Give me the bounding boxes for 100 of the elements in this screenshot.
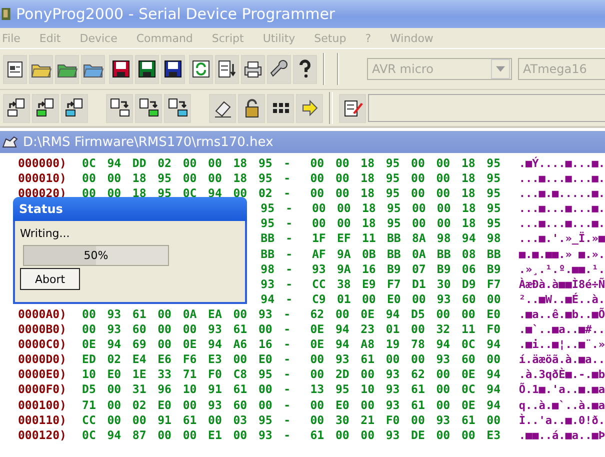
hex-byte: 00 xyxy=(182,398,198,413)
hex-byte: 10 xyxy=(360,382,376,398)
hex-byte: 11 xyxy=(461,322,476,338)
hex-byte: 00 xyxy=(258,398,274,413)
hex-byte: 94 xyxy=(486,367,502,382)
separator: - xyxy=(284,382,292,398)
hex-byte: 71 xyxy=(82,398,97,413)
hex-byte: 00 xyxy=(411,412,426,428)
padlock-icon[interactable] xyxy=(238,94,265,122)
hex-byte: 00 xyxy=(436,306,452,322)
hex-byte: ED xyxy=(82,352,97,368)
hex-byte: 00 xyxy=(362,292,377,307)
hex-byte: 00 xyxy=(486,352,502,368)
separator: - xyxy=(286,276,294,292)
hex-byte: 30 xyxy=(335,412,350,428)
write-icon[interactable] xyxy=(164,94,191,122)
hex-byte: 00 xyxy=(312,201,327,216)
hex-byte: E0 xyxy=(386,292,402,307)
hex-byte: BB xyxy=(486,246,502,262)
hex-byte: 95 xyxy=(260,201,276,216)
hex-byte: 00 xyxy=(310,186,326,202)
hex-byte: 98 xyxy=(436,231,452,247)
hex-byte: 62 xyxy=(411,367,426,382)
hex-byte: 95 xyxy=(386,186,401,202)
hex-byte: 93 xyxy=(386,428,401,443)
ascii-text: ÀæÐà.à■■Ì8é÷Ñ xyxy=(518,276,605,292)
hex-byte: 62 xyxy=(310,306,326,322)
eraser-icon[interactable] xyxy=(209,94,236,122)
hex-byte: 00 xyxy=(436,156,452,172)
print-icon[interactable] xyxy=(241,54,265,84)
hex-byte: 00 xyxy=(335,156,350,172)
note-field[interactable] xyxy=(368,94,605,122)
save-icon[interactable] xyxy=(161,54,185,84)
hex-byte: 00 xyxy=(436,201,452,216)
read-icon[interactable] xyxy=(32,94,59,122)
abort-button[interactable]: Abort xyxy=(20,268,80,290)
hex-byte: 00 xyxy=(82,171,97,186)
ascii-text: .à.3qðÈ■.-.■b xyxy=(518,367,605,382)
progress-reading: 50% xyxy=(82,249,110,262)
hex-byte: 00 xyxy=(411,322,426,338)
hex-byte: BB xyxy=(260,231,276,247)
hex-byte: 21 xyxy=(360,412,376,428)
hex-byte: 00 xyxy=(386,352,401,368)
help-icon[interactable] xyxy=(293,54,317,84)
dialog-title: Status xyxy=(13,197,247,221)
hex-byte: 23 xyxy=(360,322,376,338)
hex-byte: 00 xyxy=(486,412,502,428)
reload-icon[interactable] xyxy=(189,54,213,84)
hex-byte: 61 xyxy=(182,412,198,428)
hex-byte: 00 xyxy=(335,171,350,186)
edit-note-icon[interactable] xyxy=(339,94,366,122)
hex-byte: 16 xyxy=(362,262,377,277)
open-folder-icon[interactable] xyxy=(81,54,105,84)
hex-byte: 02 xyxy=(158,156,172,172)
hex-byte: 02 xyxy=(132,398,148,413)
hex-byte: 93 xyxy=(436,292,452,307)
open-folder-icon[interactable] xyxy=(55,54,79,84)
hex-byte: 00 xyxy=(436,382,452,398)
hex-byte: 06 xyxy=(462,262,477,277)
hex-byte: F7 xyxy=(486,276,502,292)
hex-byte: 00 xyxy=(233,428,248,443)
read-icon[interactable] xyxy=(61,94,88,122)
hex-byte: 00 xyxy=(82,322,97,338)
document-title: D:\RMS Firmware\RMS170\rms170.hex xyxy=(23,134,274,150)
hex-byte: 0C xyxy=(461,337,476,352)
hex-byte: 11 xyxy=(362,231,377,247)
save-icon[interactable] xyxy=(135,54,159,84)
hex-byte: 00 xyxy=(360,398,376,413)
hex-byte: 00 xyxy=(310,156,326,172)
hex-byte: 00 xyxy=(107,398,122,413)
hex-byte: 93 xyxy=(208,322,223,338)
hex-byte: 95 xyxy=(386,201,402,216)
read-icon[interactable] xyxy=(3,94,30,122)
hex-byte: 93 xyxy=(386,382,401,398)
hex-byte: E0 xyxy=(486,306,502,322)
hex-byte: 93 xyxy=(260,276,276,292)
grid-icon[interactable] xyxy=(267,94,294,122)
hex-byte: 61 xyxy=(360,352,376,368)
separator: - xyxy=(284,398,292,413)
hex-byte: 00 xyxy=(310,412,326,428)
hex-byte: 00 xyxy=(436,171,452,186)
hex-byte: 95 xyxy=(158,171,172,186)
open-folder-icon[interactable] xyxy=(29,54,53,84)
new-document-icon[interactable] xyxy=(3,54,27,84)
write-icon[interactable] xyxy=(106,94,133,122)
save-icon[interactable] xyxy=(109,54,133,84)
wrench-icon[interactable] xyxy=(267,54,291,84)
hex-byte: 00 xyxy=(335,306,350,322)
write-icon[interactable] xyxy=(135,94,162,122)
hex-byte: 00 xyxy=(461,428,476,443)
hex-byte: 93 xyxy=(386,367,401,382)
window-title: PonyProg2000 - Serial Device Programmer xyxy=(16,5,336,23)
hex-byte: 61 xyxy=(461,412,476,428)
hex-byte: 18 xyxy=(461,171,476,186)
hex-byte: 00 xyxy=(233,352,248,368)
address-cell-text: 0000D0) xyxy=(18,352,68,368)
ascii-text: ...■.■.....■. xyxy=(518,186,605,202)
hex-byte: BB xyxy=(386,246,402,262)
address-cell-text: 000100) xyxy=(18,398,68,413)
hex-byte: E6 xyxy=(158,352,172,368)
